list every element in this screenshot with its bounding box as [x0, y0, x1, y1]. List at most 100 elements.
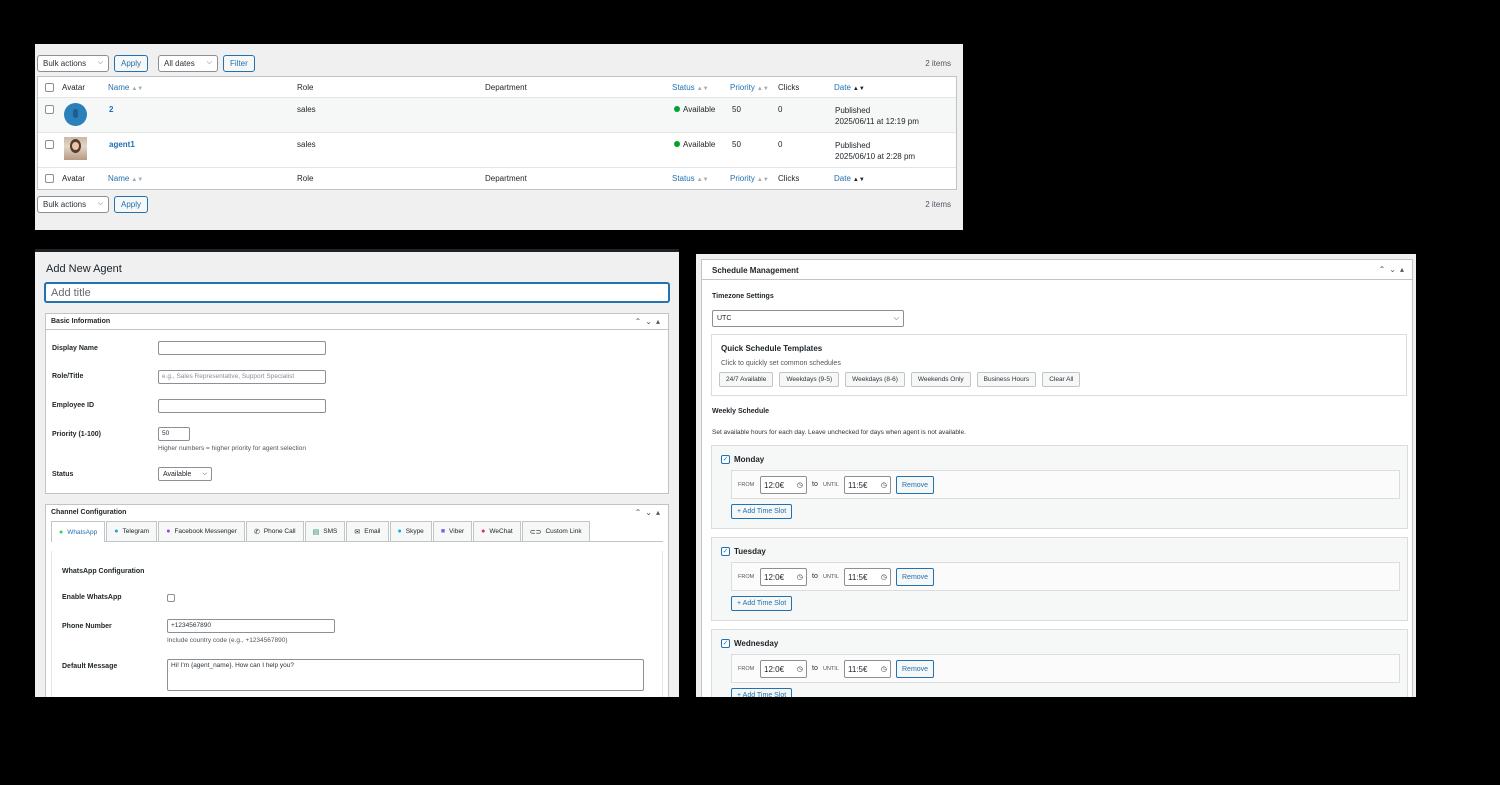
bulk-actions-select[interactable]: Bulk actions ⌵ [37, 54, 109, 72]
col-name[interactable]: Name ▲▼ [108, 83, 143, 92]
employee-id-input[interactable] [158, 399, 326, 413]
add-time-slot-button[interactable]: + Add Time Slot [731, 504, 793, 519]
employee-id-label: Employee ID [52, 402, 95, 409]
select-all-checkbox[interactable] [45, 83, 54, 92]
tab-label: Telegram [122, 528, 150, 535]
col-date[interactable]: Date ▲▼ [834, 174, 865, 183]
template-24-7-button[interactable]: 24/7 Available [719, 372, 774, 387]
remove-slot-button[interactable]: Remove [896, 660, 935, 678]
tab-facebook-messenger[interactable]: ● Facebook Messenger [158, 521, 245, 541]
collapse-icon[interactable]: ▴ [1400, 265, 1408, 274]
chevron-down-icon[interactable]: ⌄ [1389, 265, 1400, 274]
box-controls[interactable]: ⌃⌄▴ [635, 317, 664, 326]
select-all-checkbox[interactable] [45, 174, 54, 183]
bulk-actions-select-bottom[interactable]: Bulk actions ⌵ [37, 195, 109, 213]
messenger-icon: ● [166, 528, 171, 535]
col-name[interactable]: Name ▲▼ [108, 174, 143, 183]
col-avatar: Avatar [62, 174, 85, 183]
col-status[interactable]: Status ▲▼ [672, 174, 709, 183]
telegram-icon: ● [114, 528, 119, 535]
col-status[interactable]: Status ▲▼ [672, 83, 709, 92]
day-checkbox[interactable]: ✓ [721, 547, 730, 556]
tab-label: SMS [323, 528, 338, 535]
tab-label: Phone Call [263, 528, 296, 535]
chevron-down-icon[interactable]: ⌄ [645, 508, 656, 517]
display-name-input[interactable] [158, 341, 326, 355]
tab-sms[interactable]: ▤ SMS [304, 521, 346, 541]
sort-icon: ▲▼ [756, 86, 769, 92]
from-time-input[interactable]: 12:0€ ◷ [760, 476, 807, 494]
chevron-up-icon[interactable]: ⌃ [635, 508, 646, 517]
avatar [64, 137, 87, 160]
until-time-value: 11:5€ [848, 480, 868, 490]
col-status-label: Status [672, 83, 695, 92]
agent-name-link[interactable]: agent1 [109, 140, 135, 149]
tab-wechat[interactable]: ● WeChat [473, 521, 521, 541]
template-weekdays-9-5-button[interactable]: Weekdays (9-5) [779, 372, 840, 387]
agent-name-link[interactable]: 2 [109, 105, 113, 114]
chevron-up-icon[interactable]: ⌃ [1379, 265, 1390, 274]
row-checkbox[interactable] [45, 140, 54, 149]
tab-telegram[interactable]: ● Telegram [106, 521, 158, 541]
template-clear-all-button[interactable]: Clear All [1042, 372, 1081, 387]
template-weekends-button[interactable]: Weekends Only [910, 372, 971, 387]
remove-slot-button[interactable]: Remove [896, 476, 935, 494]
tab-email[interactable]: ✉ Email [346, 521, 389, 541]
tab-custom-link[interactable]: ⊂⊃ Custom Link [521, 521, 590, 541]
page-title: Add New Agent [46, 263, 122, 275]
until-time-input[interactable]: 11:5€ ◷ [844, 568, 891, 586]
template-weekdays-8-6-button[interactable]: Weekdays (8-6) [845, 372, 905, 387]
phone-icon: ✆ [253, 528, 260, 536]
tab-label: WhatsApp [67, 528, 98, 536]
chevron-down-icon[interactable]: ⌄ [645, 317, 656, 326]
until-label: UNTIL [823, 574, 839, 580]
col-name-label: Name [108, 83, 130, 92]
col-priority[interactable]: Priority ▲▼ [730, 83, 769, 92]
from-time-value: 12:0€ [764, 572, 785, 582]
add-time-slot-button[interactable]: + Add Time Slot [731, 596, 793, 611]
day-checkbox[interactable]: ✓ [721, 455, 730, 464]
collapse-icon[interactable]: ▴ [656, 508, 664, 517]
role-title-input[interactable]: e.g., Sales Representative, Support Spec… [158, 370, 326, 384]
tab-viber[interactable]: ■ Viber [432, 521, 473, 541]
filter-button[interactable]: Filter [223, 54, 255, 72]
tab-whatsapp[interactable]: ● WhatsApp [51, 521, 106, 542]
remove-slot-button[interactable]: Remove [896, 568, 935, 586]
agent-priority: 50 [732, 140, 741, 149]
date-filter-select[interactable]: All dates ⌵ [158, 54, 219, 72]
from-time-input[interactable]: 12:0€ ◷ [760, 660, 807, 678]
tab-skype[interactable]: ● Skype [389, 521, 432, 541]
col-date[interactable]: Date ▲▼ [834, 83, 865, 92]
until-time-input[interactable]: 11:5€ ◷ [844, 660, 891, 678]
until-time-input[interactable]: 11:5€ ◷ [844, 476, 891, 494]
col-priority[interactable]: Priority ▲▼ [730, 174, 769, 183]
row-checkbox[interactable] [45, 105, 54, 114]
tab-phone-call[interactable]: ✆ Phone Call [245, 521, 304, 541]
day-checkbox[interactable]: ✓ [721, 639, 730, 648]
add-time-slot-button[interactable]: + Add Time Slot [731, 688, 793, 697]
timezone-select[interactable]: UTC ⌵ [712, 310, 904, 327]
templates-title: Quick Schedule Templates [721, 344, 823, 353]
priority-input[interactable]: 50 [158, 427, 190, 441]
collapse-icon[interactable]: ▴ [656, 317, 664, 326]
template-buttons: 24/7 Available Weekdays (9-5) Weekdays (… [719, 372, 1081, 387]
basic-info-title: Basic Information [51, 318, 111, 325]
from-time-input[interactable]: 12:0€ ◷ [760, 568, 807, 586]
apply-button[interactable]: Apply [114, 54, 149, 72]
chevron-down-icon: ⌵ [206, 59, 213, 66]
title-input[interactable]: Add title [45, 283, 669, 302]
agent-date: Published 2025/06/10 at 2:28 pm [835, 140, 915, 162]
phone-number-input[interactable]: +1234567890 [167, 619, 335, 633]
box-controls[interactable]: ⌃⌄▴ [635, 508, 664, 517]
from-label: FROM [738, 666, 755, 672]
default-message-textarea[interactable]: Hi! I'm {agent_name}. How can I help you… [167, 659, 644, 691]
skype-icon: ● [397, 528, 402, 535]
template-business-hours-button[interactable]: Business Hours [976, 372, 1037, 387]
apply-button-bottom[interactable]: Apply [114, 195, 149, 213]
chevron-up-icon[interactable]: ⌃ [635, 317, 646, 326]
agent-role: sales [297, 105, 316, 114]
enable-whatsapp-checkbox[interactable] [167, 594, 175, 602]
box-controls[interactable]: ⌃⌄▴ [1379, 265, 1408, 274]
schedule-panel: Schedule Management ⌃⌄▴ Timezone Setting… [696, 254, 1416, 697]
status-select[interactable]: Available ⌵ [158, 467, 212, 481]
